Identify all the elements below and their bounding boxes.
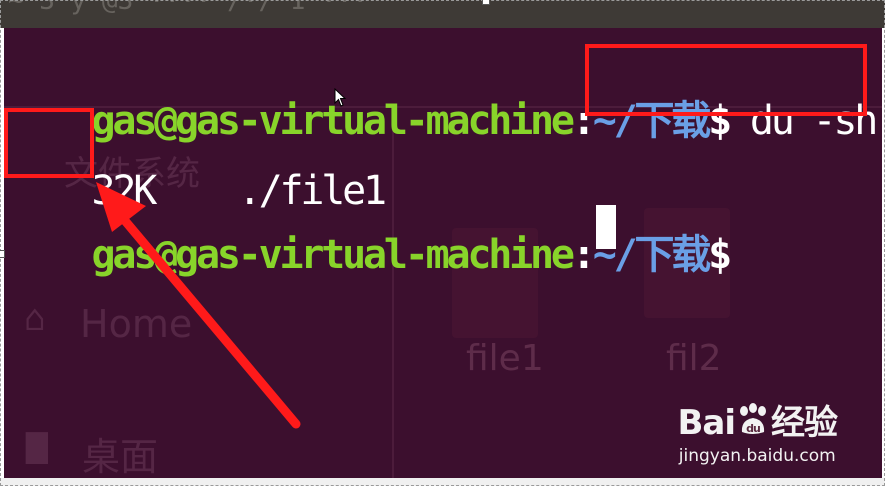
watermark-logo: Bai du 经验 bbox=[677, 395, 838, 444]
mouse-pointer-icon bbox=[334, 88, 347, 107]
resize-handle-top[interactable] bbox=[482, 0, 490, 5]
baidu-jingyan-watermark: Bai du 经验 jingyan.baidu.com bbox=[677, 395, 838, 466]
watermark-logo-right: 经验 bbox=[771, 403, 838, 443]
resize-handle-left[interactable] bbox=[0, 250, 5, 258]
watermark-logo-left: Bai bbox=[677, 403, 736, 443]
watermark-url: jingyan.baidu.com bbox=[678, 446, 836, 466]
svg-text:du: du bbox=[746, 422, 760, 435]
paw-icon: du bbox=[735, 402, 771, 438]
